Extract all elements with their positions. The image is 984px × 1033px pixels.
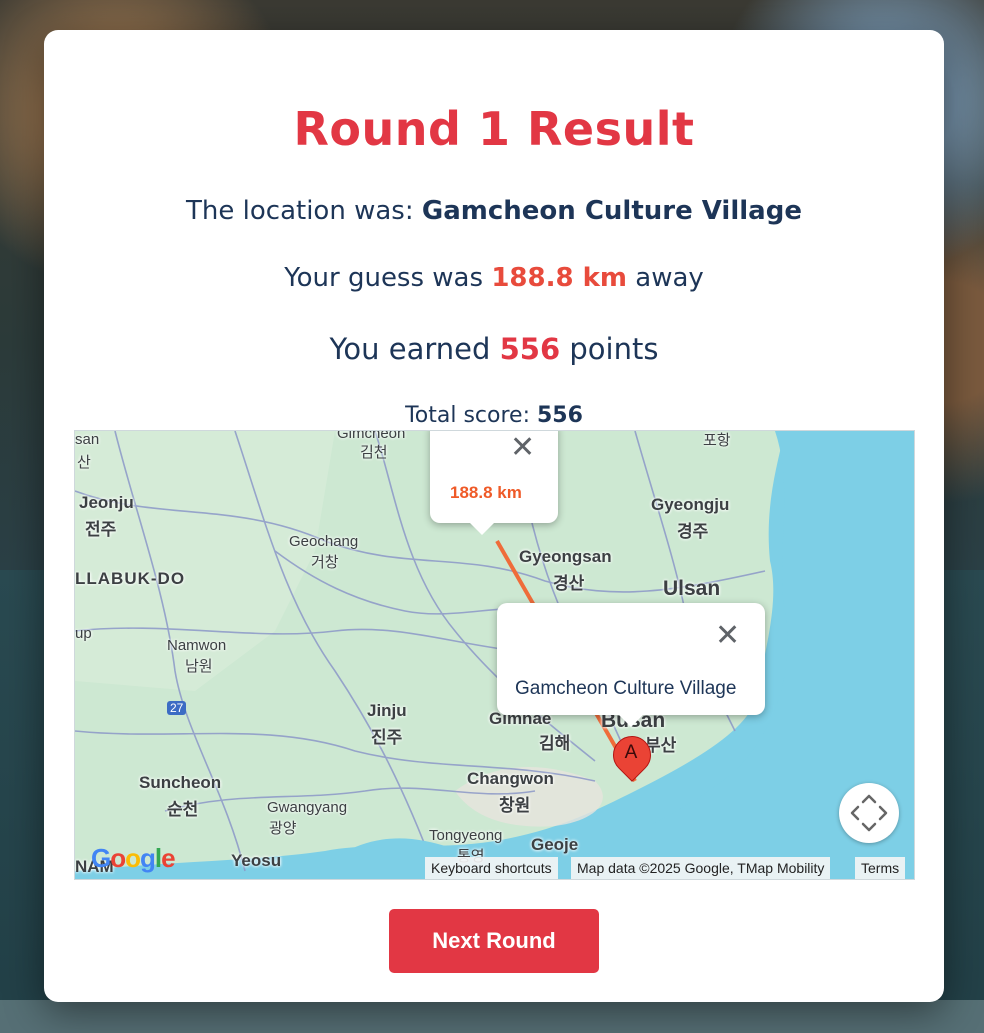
earned-prefix: You earned [329,332,491,366]
map-label-gyeongju-kr: 경주 [677,522,709,541]
map-label-pohang: 포항 [703,432,731,449]
marker-letter: A [624,742,638,763]
map-label-geoje: Geoje [531,835,579,854]
earned-suffix: points [569,332,659,366]
map-label-jinju-kr: 진주 [371,728,403,747]
map-label-gimcheon-kr: 김천 [360,444,388,461]
map-label-geochang-kr: 거창 [311,554,339,571]
map-label-up: up [75,625,92,642]
popup-tail [619,715,643,727]
result-map[interactable]: san 산 Gimcheon 김천 포항 Jeonju 전주 Gyeongju … [74,430,915,880]
total-score: 556 [536,403,583,428]
map-label-san: san [75,431,100,448]
close-icon[interactable]: ✕ [510,433,535,463]
keyboard-shortcuts-link[interactable]: Keyboard shortcuts [425,857,558,879]
earned-points: 556 [499,332,561,366]
total-label: Total score: [405,403,530,428]
map-label-geochang: Geochang [289,533,359,550]
distance-popup: ✕ 188.8 km [430,431,558,535]
map-label-ulsan: Ulsan [663,577,721,600]
location-name: Gamcheon Culture Village [421,196,802,226]
map-label-gyeongju: Gyeongju [651,495,730,514]
distance-popup-text: 188.8 km [450,483,522,502]
map-label-tongyeong: Tongyeong [429,827,503,844]
map-label-changwon-kr: 창원 [499,796,531,815]
map-camera-control[interactable] [839,783,899,843]
map-label-jinju: Jinju [367,701,407,720]
earned-line: You earned 556 points [44,332,944,366]
map-label-gimhae-kr: 김해 [539,734,571,753]
total-line: Total score: 556 [44,403,944,428]
close-icon[interactable]: ✕ [715,621,740,651]
location-marker[interactable]: A [605,728,659,788]
location-popup: ✕ Gamcheon Culture Village [497,603,765,727]
map-label-namwon-kr: 남원 [185,658,213,675]
map-label-route-27: 27 [167,701,187,715]
map-data-attribution: Map data ©2025 Google, TMap Mobility [571,857,831,879]
popup-tail [470,523,494,535]
map-label-jeonju: Jeonju [79,493,134,512]
map-label-gyeongsan: Gyeongsan [519,547,612,566]
background-map-hint [0,1000,984,1033]
map-label-gyeongsan-kr: 경산 [553,574,585,593]
map-label-suncheon-kr: 순천 [167,800,199,819]
location-prefix: The location was: [186,196,414,226]
guess-suffix: away [635,263,704,293]
guess-prefix: Your guess was [284,263,484,293]
google-logo[interactable]: Google [91,843,176,874]
map-label-namwon: Namwon [167,637,227,654]
terms-link[interactable]: Terms [855,857,906,879]
map-label-suncheon: Suncheon [139,773,222,792]
result-title: Round 1 Result [293,102,695,156]
map-label-gwangyang-kr: 광양 [269,820,297,837]
map-label-yeosu: Yeosu [231,851,282,870]
map-label-jeonju-kr: 전주 [85,520,117,539]
map-label-san-kr: 산 [77,454,91,471]
location-popup-text: Gamcheon Culture Village [515,678,737,699]
map-label-jeollabuk: LLABUK-DO [75,569,186,588]
next-round-button[interactable]: Next Round [389,909,599,973]
map-label-changwon: Changwon [467,769,554,788]
guess-line: Your guess was 188.8 km away [44,263,944,293]
map-label-gwangyang: Gwangyang [267,799,348,816]
move-arrows-icon [850,794,888,832]
location-line: The location was: Gamcheon Culture Villa… [44,196,944,226]
guess-distance: 188.8 km [491,263,627,293]
